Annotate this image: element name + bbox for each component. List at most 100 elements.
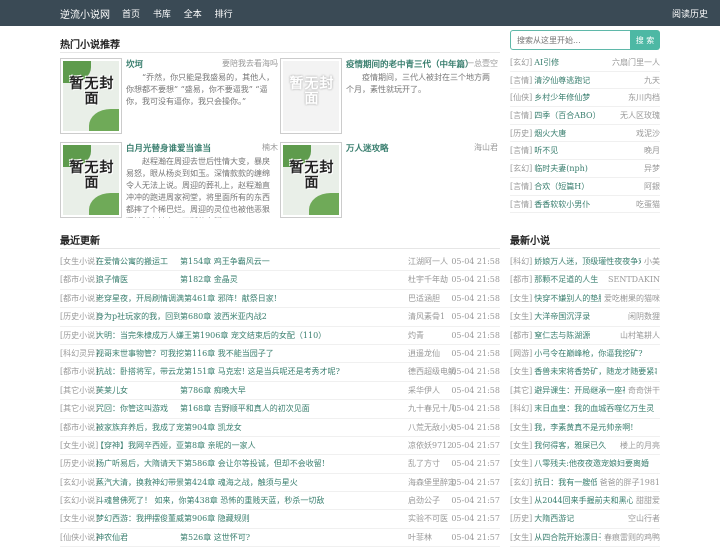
search-button[interactable]: 搜 索 — [630, 30, 660, 50]
list-item: [女生] 大洋帝国沉浮录 闲阴数狸 — [510, 308, 660, 327]
book-title-link[interactable]: 杨广听易后，大隋请天下第586章 会让尔等投诚，但却不会收留! — [96, 455, 396, 472]
table-row: [都市小说] 被家族弃养后，我成了宠第904章 凯龙女 八荒无敌小火 05-04 21… — [60, 419, 500, 437]
book-title-link[interactable]: 疫情期间的老中青三代（中年篇） — [346, 58, 474, 70]
category-label: [言情] — [510, 146, 533, 156]
book-title-link[interactable]: 听不见 — [534, 142, 640, 159]
book-title-link[interactable]: 白月光替身谁爱当谁当 — [126, 142, 211, 154]
category-label: [玄幻] — [510, 164, 533, 174]
book-author: 空山行者 — [628, 514, 660, 524]
category-label: [女生小说] — [60, 514, 99, 524]
table-row: [其它小说] 咒回：你管这叫游戏 第168章 吉野顺平和真人的初次见面 九十春兄十几 0… — [60, 400, 500, 419]
book-title-link[interactable]: 八零残夫:他夜夜邀宠娘妇要离婚 — [534, 455, 657, 472]
book-title-link[interactable]: 神农仙君 — [96, 529, 180, 546]
category-label: [历史小说] — [60, 312, 99, 322]
nav-library[interactable]: 书库 — [153, 10, 171, 20]
book-title-link[interactable]: 斗魂曾佛死了！ 如来，你第438章 恐怖的重贱天蓝，秒杀一切敌 — [96, 492, 396, 509]
nav-complete[interactable]: 全本 — [184, 10, 202, 20]
book-title-link[interactable]: 末日血皇：我的血城吞噬亿万生灵 — [534, 400, 657, 417]
book-title-link[interactable]: 避异课生：开局继承一座神庙 — [534, 382, 625, 399]
book-title-link[interactable]: 老穿星夜，开局刷情调满第461章 邪阵！献祭日家! — [96, 290, 396, 307]
book-title-link[interactable]: 坎坷 — [126, 58, 143, 70]
book-title-link[interactable]: 大隋西游记 — [534, 510, 625, 527]
book-title-link[interactable]: 从2044回来手握前夫和黑心帽 — [534, 492, 633, 509]
list-item: [女生]快穿不嫌别人的垫脚石爱吃榭果的猫咪 — [510, 290, 660, 309]
book-title-link[interactable]: 被家族弃养后，我成了宠第904章 凯龙女 — [96, 419, 396, 436]
book-title-link[interactable]: 快穿不嫌别人的垫脚石 — [534, 290, 601, 307]
reading-history-link[interactable]: 阅读历史 — [672, 7, 708, 20]
book-title-link[interactable]: 蒸汽大清，换救神幻带景第424章 魂海之战，触须与星火 — [96, 474, 396, 491]
list-item: [女生] 从四合院开始漂日子 春痕雷则的鸡鸭 — [510, 529, 660, 547]
book-author: 甜甜爱 — [636, 496, 660, 506]
book-author: 闲阴数狸 — [628, 312, 660, 322]
category-label: [女生] — [510, 422, 533, 432]
book-title-link[interactable]: 那颗不足道的人生 — [534, 271, 605, 288]
book-author: 东川内档 — [628, 93, 660, 103]
category-label: [女生小说] — [60, 440, 99, 450]
book-title-link[interactable]: 我，李素黄真不是元帅亲啊! — [534, 419, 657, 436]
book-title-link[interactable]: 大明：当完朱棣成万人嫌王第1906章 宠文结束后的女配（110） — [96, 327, 396, 344]
book-title-link[interactable]: 抗日：我有一艘低雷艇 — [534, 474, 596, 491]
book-title-link[interactable]: 乡村少年修仙梦 — [534, 89, 624, 106]
book-title-link[interactable]: 窒仁志与陈湖源 — [534, 327, 617, 344]
table-row: [女生小说] 梦幻西游：我押摆俊董威第906章 隐藏规则 实验不可医 05-04 21… — [60, 510, 500, 529]
list-item: [女生] 香兽未宋将香势矿，随龙才随要紧事 — [510, 363, 660, 382]
book-title-link[interactable]: 芙莱儿女 — [96, 382, 180, 399]
nav-home[interactable]: 首页 — [122, 10, 140, 20]
category-label: [都市小说] — [60, 293, 99, 303]
update-time: 05-04 21:58 — [451, 404, 500, 414]
book-title-link[interactable]: 临时夫妻(nph) — [534, 160, 640, 177]
site-logo-link[interactable]: 逆流小说网 — [60, 6, 110, 21]
book-title-link[interactable]: 从四合院开始漂日子 — [534, 529, 601, 546]
book-cover[interactable]: 暂无封面 — [60, 142, 122, 218]
category-label: [历史] — [510, 128, 533, 138]
update-time: 05-04 21:57 — [451, 459, 500, 469]
category-label: [都市小说] — [60, 275, 99, 285]
table-row: [科幻灵异] 视哥末世事物管？可我挖第116章 我不能当园子了 逍遥龙仙 05-04 … — [60, 345, 500, 364]
update-time: 05-04 21:57 — [451, 532, 500, 542]
divider — [60, 52, 500, 53]
list-item: [科幻] 娇娘万人迷，顶级瓘性夜夜争欢 小美 — [510, 253, 660, 272]
category-label: [历史小说] — [60, 330, 99, 340]
book-title-link[interactable]: 在爱情公寓的搬运工 — [96, 253, 180, 270]
book-title-link[interactable]: 清汐仙尊逃跑记 — [534, 72, 640, 89]
book-author: 楠木 — [262, 143, 278, 152]
category-label: [玄幻] — [510, 58, 533, 67]
book-title-link[interactable]: 万人迷攻略 — [346, 142, 389, 154]
book-title-link[interactable]: 咒回：你管这叫游戏 — [96, 400, 180, 417]
book-title-link[interactable]: 我何得客，雅屎已久 — [534, 437, 617, 454]
book-title-link[interactable]: 娇娘万人迷，顶级瓘性夜夜争欢 — [534, 253, 641, 270]
book-title-link[interactable]: 浪子情医 — [96, 271, 180, 288]
category-label: [女生] — [510, 496, 533, 506]
search-input[interactable] — [510, 30, 632, 50]
book-cover[interactable]: 暂无封面 — [60, 58, 122, 134]
book-title-link[interactable]: 视哥末世事物管？可我挖第116章 我不能当园子了 — [96, 345, 396, 362]
book-title-link[interactable]: 抗战：卧搭将军，带云龙第151章 马克宏! 这是当兵呢还是考秀才呢? — [96, 363, 396, 380]
cover-placeholder-text: 暂无封面 — [69, 76, 115, 107]
divider — [60, 248, 500, 249]
category-label: [女生] — [510, 459, 533, 469]
book-author: 小美 — [644, 257, 660, 266]
book-title-link[interactable]: 小弓令在巅峰枪，你逼我挖矿? — [534, 345, 657, 362]
book-title-link[interactable]: 四季（百合ABO） — [534, 107, 616, 124]
book-cover[interactable]: 暂无封面 — [280, 58, 342, 134]
book-author: 晚月 — [644, 146, 660, 156]
update-time: 05-04 21:57 — [451, 496, 500, 506]
latest-update-table: [女生小说] 在爱情公寓的搬运工 第154章 鸡王争霸风云一 江湖阿一人 05-04 2… — [60, 253, 500, 547]
book-title-link[interactable]: 身为p社玩家的我，回到 — [96, 308, 180, 325]
book-title-link[interactable]: 烟火大唐 — [534, 125, 632, 142]
book-title-link[interactable]: AI引修 — [534, 54, 608, 71]
book-title-link[interactable]: 梦幻西游：我押摆俊董威第906章 隐藏规则 — [96, 510, 396, 527]
book-title-link[interactable]: 大洋帝国沉浮录 — [534, 308, 625, 325]
nav-ranking[interactable]: 排行 — [215, 10, 233, 20]
category-label: [女生小说] — [60, 257, 99, 266]
book-title-link[interactable]: 香香软软小男仆 — [534, 196, 632, 213]
category-label: [女生] — [510, 532, 533, 542]
list-item: [都市] 那颗不足道的人生 SENTDAKIN — [510, 271, 660, 290]
book-author: 要陪我去看海吗 — [222, 59, 278, 68]
book-title-link[interactable]: 香兽未宋将香势矿，随龙才随要紧事 — [534, 363, 657, 380]
newest-novel-list: [科幻] 娇娘万人迷，顶级瓘性夜夜争欢 小美 [都市] 那颗不足道的人生 SENTDAK… — [510, 253, 660, 547]
book-title-link[interactable]: 【穿神】我网辛西娅，亚第8章 亲昵的一家人 — [96, 437, 396, 454]
book-title-link[interactable]: 合欢（短篇H） — [534, 178, 640, 195]
hot-book-item: 暂无封面 疫情期间的老中青三代（中年篇） 一总壹空 疫情期间，三代人被封在三个地… — [280, 58, 498, 140]
book-cover[interactable]: 暂无封面 — [280, 142, 342, 218]
